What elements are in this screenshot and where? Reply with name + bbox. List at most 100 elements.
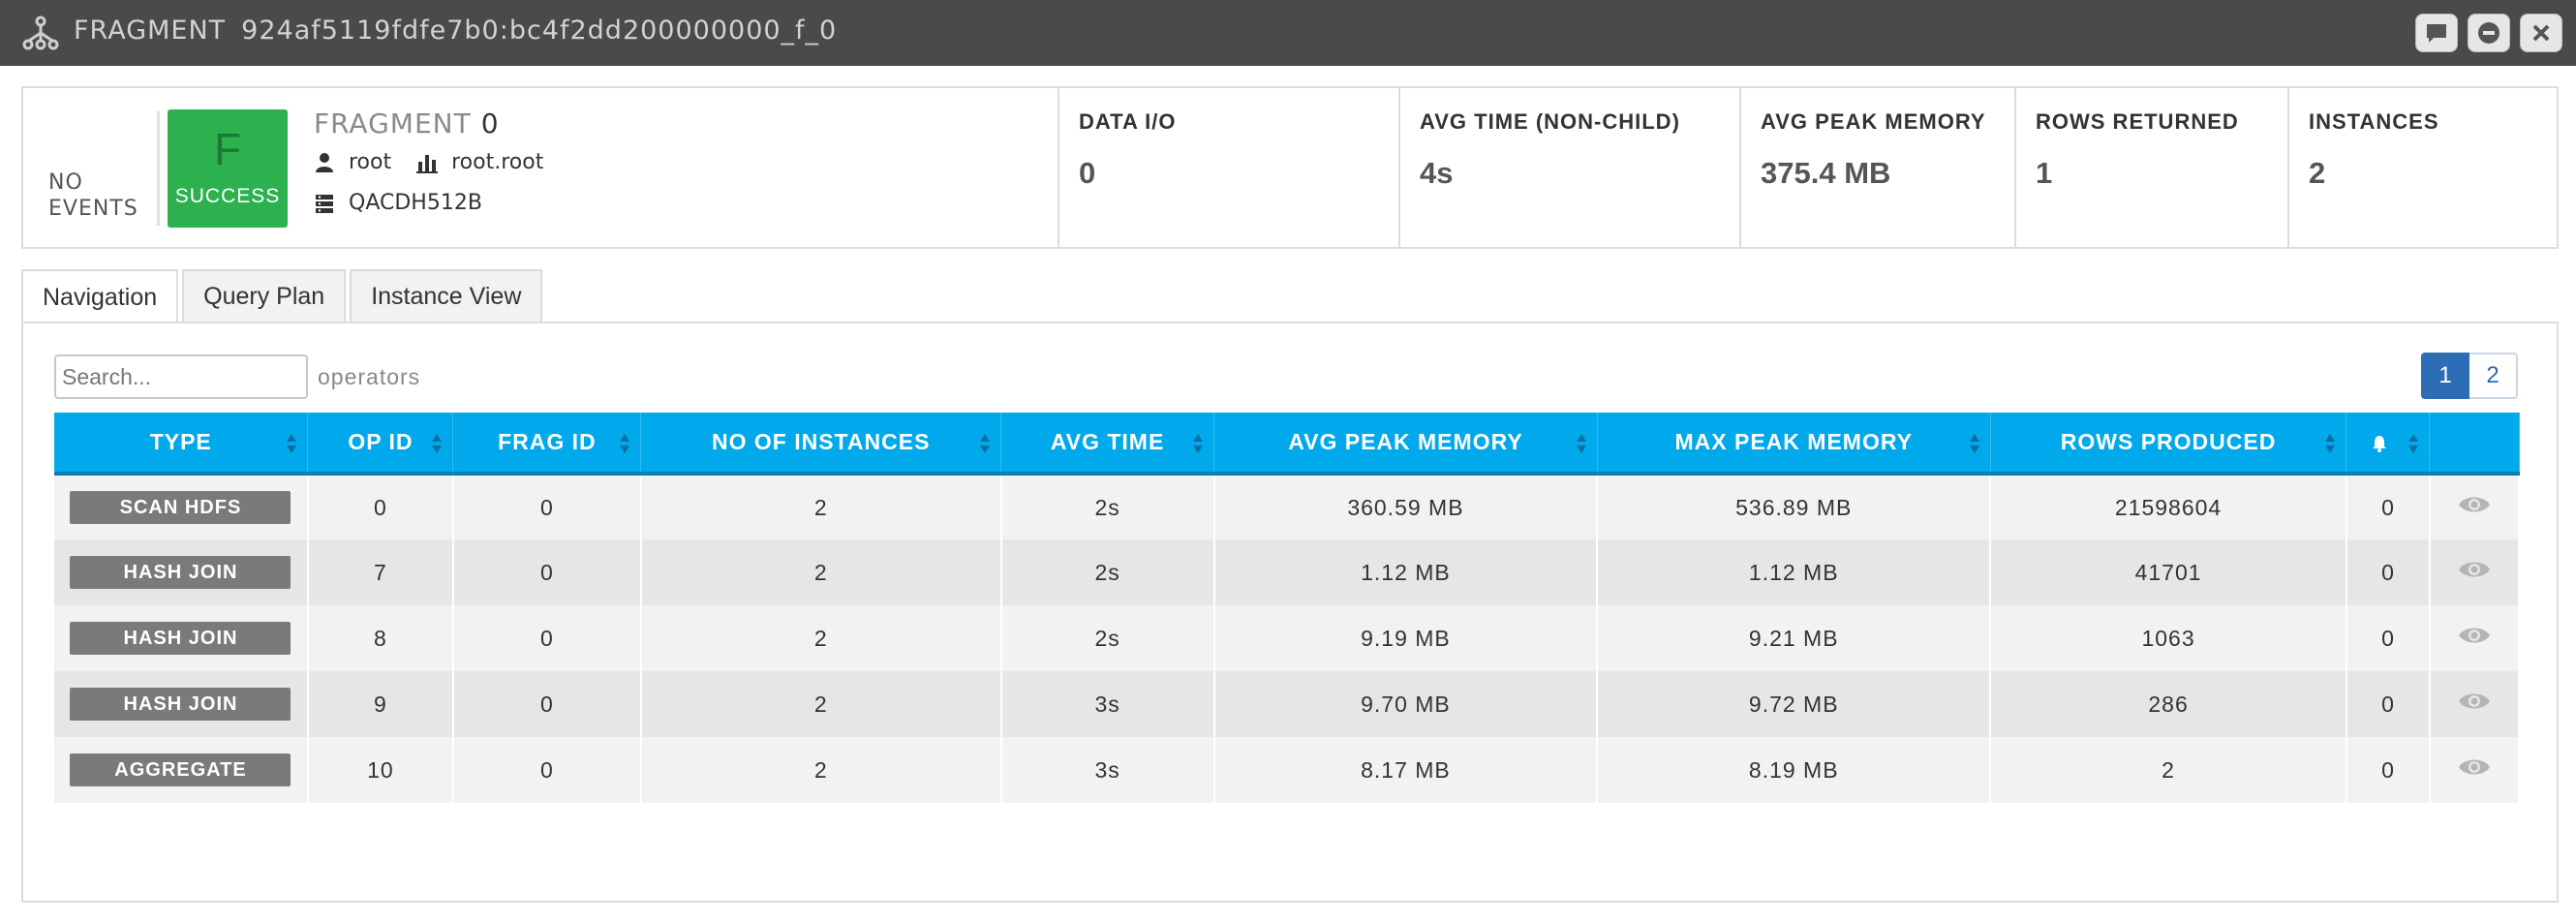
cell-op-id: 9 [307,671,454,737]
tab-query-plan[interactable]: Query Plan [182,269,347,323]
operator-type-badge: HASH JOIN [70,688,291,721]
sort-icon [287,434,297,453]
eye-icon[interactable] [2457,493,2492,516]
window-title: FRAGMENT 924af5119fdfe7b0:bc4f2dd20000000… [74,15,837,46]
fragment-heading: FRAGMENT 0 [314,108,500,139]
cell-op-id: 8 [307,605,454,671]
sort-icon [1576,434,1586,453]
status-text: SUCCESS [174,185,281,207]
page-button-1[interactable]: 1 [2421,353,2469,399]
cell-avg-peak-memory: 1.12 MB [1213,539,1599,605]
cell-view[interactable] [2429,605,2521,671]
page-button-2[interactable]: 2 [2469,353,2518,399]
divider [157,111,160,226]
table-row[interactable]: SCAN HDFS 0 0 2 2s 360.59 MB 536.89 MB 2… [54,474,2521,539]
column-header-view [2429,413,2520,476]
cell-avg-peak-memory: 360.59 MB [1213,474,1599,539]
tab-instance-view[interactable]: Instance View [350,269,543,323]
cell-frag-id: 0 [452,474,642,539]
comment-button[interactable] [2415,14,2458,52]
fragment-host-row: QACDH512B [314,191,482,215]
pagination: 1 2 [2421,353,2518,399]
cell-frag-id: 0 [452,737,642,803]
cell-avg-time: 3s [1000,737,1215,803]
window-title-label: FRAGMENT [74,15,227,46]
events-label-line2: EVENTS [48,197,138,221]
stat-value: 4s [1420,156,1454,190]
table-row[interactable]: HASH JOIN 9 0 2 3s 9.70 MB 9.72 MB 286 0 [54,671,2521,737]
cell-type: HASH JOIN [54,605,309,671]
fragment-number: 0 [480,108,500,139]
sort-icon [2325,434,2336,453]
operator-type-badge: HASH JOIN [70,622,291,655]
column-header-rows-produced[interactable]: ROWS PRODUCED [1990,413,2347,476]
sort-icon [620,434,630,453]
cell-instances: 2 [640,605,1002,671]
eye-icon[interactable] [2457,755,2492,779]
column-header-frag-id[interactable]: FRAG ID [452,413,642,476]
table-row[interactable]: AGGREGATE 10 0 2 3s 8.17 MB 8.19 MB 2 0 [54,737,2521,803]
view-tabs: Navigation Query Plan Instance View [21,269,546,324]
stat-value: 2 [2309,156,2326,190]
cell-type: SCAN HDFS [54,474,309,539]
stat-avg-time: AVG TIME (NON-CHILD) 4s [1398,88,1741,247]
column-header-avg-time[interactable]: AVG TIME [1000,413,1215,476]
cell-instances: 2 [640,539,1002,605]
tab-navigation[interactable]: Navigation [21,269,179,324]
minimize-button[interactable] [2468,14,2510,52]
events-label-line1: NO [48,170,83,195]
cell-alerts: 0 [2346,474,2431,539]
minimize-icon [2478,22,2499,44]
cell-alerts: 0 [2346,539,2431,605]
search-input[interactable] [54,354,308,399]
column-header-alerts[interactable] [2346,413,2431,476]
cell-avg-peak-memory: 9.70 MB [1213,671,1599,737]
close-icon [2532,24,2550,42]
cell-view[interactable] [2429,539,2521,605]
cell-max-peak-memory: 1.12 MB [1597,539,1992,605]
cell-max-peak-memory: 536.89 MB [1597,474,1992,539]
cell-avg-time: 3s [1000,671,1215,737]
column-header-instances[interactable]: NO OF INSTANCES [640,413,1002,476]
bell-icon [2372,435,2386,452]
stat-label: DATA I/O [1079,109,1177,134]
cell-frag-id: 0 [452,539,642,605]
stat-rows-returned: ROWS RETURNED 1 [2014,88,2289,247]
eye-icon[interactable] [2457,558,2492,581]
cell-view[interactable] [2429,474,2521,539]
cell-max-peak-memory: 9.72 MB [1597,671,1992,737]
fragment-label: FRAGMENT [314,108,472,139]
sort-icon [1193,434,1204,453]
eye-icon[interactable] [2457,690,2492,713]
table-row[interactable]: HASH JOIN 8 0 2 2s 9.19 MB 9.21 MB 1063 … [54,605,2521,671]
column-header-type[interactable]: TYPE [54,413,309,476]
eye-icon[interactable] [2457,624,2492,647]
cell-op-id: 7 [307,539,454,605]
column-header-op-id[interactable]: OP ID [307,413,454,476]
stat-value: 375.4 MB [1761,156,1891,190]
cell-view[interactable] [2429,671,2521,737]
cell-view[interactable] [2429,737,2521,803]
cell-frag-id: 0 [452,671,642,737]
stat-label: AVG PEAK MEMORY [1761,109,1986,134]
cell-avg-time: 2s [1000,539,1215,605]
resource-pool-icon [416,154,439,173]
column-header-avg-peak-memory[interactable]: AVG PEAK MEMORY [1213,413,1598,476]
cell-op-id: 10 [307,737,454,803]
cell-instances: 2 [640,737,1002,803]
operators-table: TYPE OP ID FRAG ID NO OF INSTANCES AVG T… [54,413,2521,803]
table-row[interactable]: HASH JOIN 7 0 2 2s 1.12 MB 1.12 MB 41701… [54,539,2521,605]
cell-instances: 2 [640,671,1002,737]
stat-label: ROWS RETURNED [2036,109,2239,134]
comment-icon [2427,24,2446,43]
stat-label: AVG TIME (NON-CHILD) [1420,109,1680,134]
cell-avg-time: 2s [1000,474,1215,539]
operator-type-badge: HASH JOIN [70,556,291,589]
cell-alerts: 0 [2346,605,2431,671]
fragment-tree-icon [22,15,59,50]
column-header-max-peak-memory[interactable]: MAX PEAK MEMORY [1597,413,1991,476]
stat-instances: INSTANCES 2 [2287,88,2557,247]
table-header-row: TYPE OP ID FRAG ID NO OF INSTANCES AVG T… [54,413,2520,476]
operator-type-badge: AGGREGATE [70,754,291,786]
close-button[interactable] [2520,14,2562,52]
